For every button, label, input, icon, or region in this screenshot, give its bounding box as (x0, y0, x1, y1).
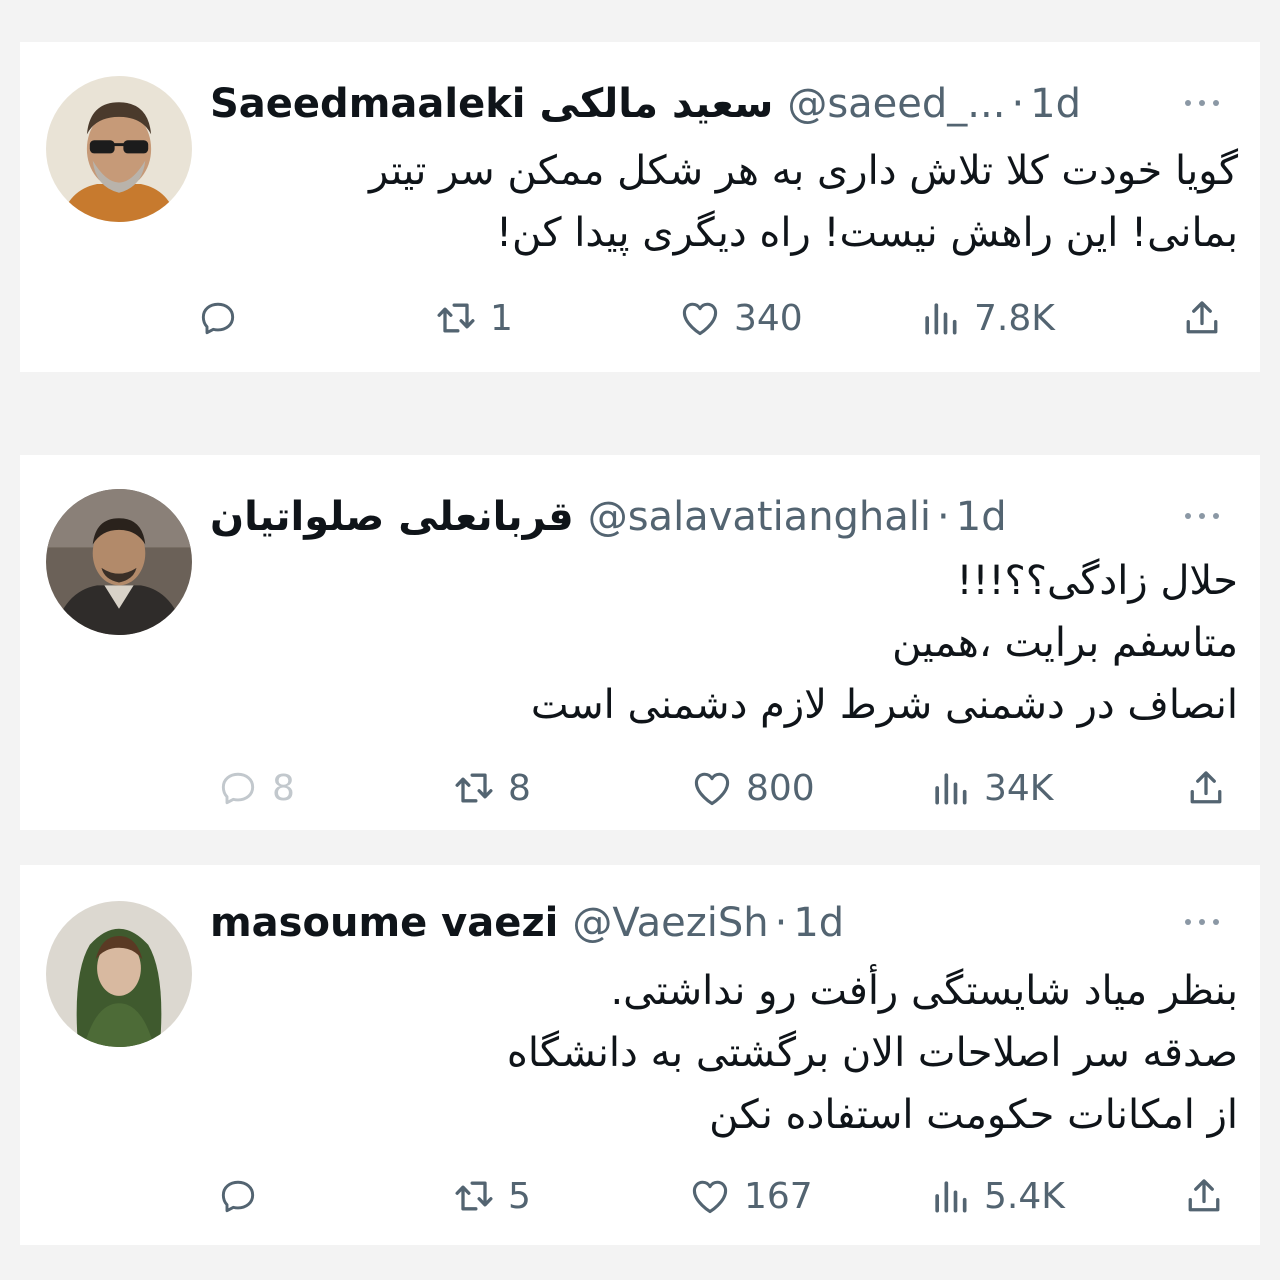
views-icon (918, 296, 962, 340)
share-button[interactable] (1184, 766, 1228, 810)
reply-button[interactable]: 8 (216, 766, 295, 810)
tweet-header: Saeedmaaleki سعید مالکی @saeed_... · 1d (210, 76, 1140, 132)
like-button[interactable]: 340 (678, 296, 803, 340)
like-count: 167 (744, 1175, 813, 1217)
view-count: 34K (984, 767, 1054, 809)
reply-count: 8 (272, 767, 295, 809)
author-handle[interactable]: @saeed_... (787, 81, 1005, 127)
avatar[interactable] (46, 489, 192, 635)
retweet-count: 1 (490, 297, 513, 339)
reply-icon (196, 296, 240, 340)
tweet-actions: 5 167 5.4K (190, 1168, 1240, 1224)
more-icon[interactable] (1178, 907, 1226, 937)
share-icon (1184, 766, 1228, 810)
share-icon (1180, 296, 1224, 340)
tweet-text-line: بنظر میاد شایستگی رأفت رو نداشتی. (610, 968, 1238, 1014)
reply-icon (216, 766, 260, 810)
tweet-text-line: بمانی! این راهش نیست! راه دیگری پیدا کن! (495, 210, 1238, 256)
heart-icon (678, 296, 722, 340)
retweet-icon (434, 296, 478, 340)
views-button[interactable]: 7.8K (918, 296, 1055, 340)
retweet-button[interactable]: 8 (452, 766, 531, 810)
reply-button[interactable] (216, 1174, 272, 1218)
timestamp[interactable]: 1d (1030, 81, 1081, 127)
reply-button[interactable] (196, 296, 252, 340)
like-count: 800 (746, 767, 815, 809)
views-button[interactable]: 34K (928, 766, 1053, 810)
author-name[interactable]: masoume vaezi (210, 900, 558, 946)
tweet-actions: 8 8 800 34K (190, 760, 1240, 816)
share-icon (1182, 1174, 1226, 1218)
views-button[interactable]: 5.4K (928, 1174, 1065, 1218)
tweet-text: بنظر میاد شایستگی رأفت رو نداشتی. صدقه س… (210, 960, 1238, 1146)
retweet-icon (452, 766, 496, 810)
tweet-header: قربانعلی صلواتیان @salavatianghali · 1d (210, 489, 1140, 545)
separator-dot: · (774, 900, 788, 946)
share-button[interactable] (1180, 296, 1224, 340)
more-icon[interactable] (1178, 88, 1226, 118)
separator-dot: · (937, 494, 950, 540)
tweet-card[interactable]: masoume vaezi @VaeziSh · 1d بنظر میاد شا… (20, 865, 1260, 1245)
retweet-count: 8 (508, 767, 531, 809)
retweet-button[interactable]: 5 (452, 1174, 531, 1218)
heart-icon (690, 766, 734, 810)
timestamp[interactable]: 1d (793, 900, 844, 946)
tweet-actions: 1 340 7.8K (190, 290, 1240, 346)
like-button[interactable]: 167 (688, 1174, 813, 1218)
tweet-text-line: صدقه سر اصلاحات الان برگشتی به دانشگاه (506, 1030, 1238, 1076)
tweet-text: حلال زادگی؟؟!!! متاسفم برایت ،همین انصاف… (210, 550, 1238, 736)
views-icon (928, 1174, 972, 1218)
tweet-text-line: متاسفم برایت ،همین (892, 620, 1238, 666)
author-name-fa[interactable]: قربانعلی صلواتیان (210, 494, 574, 540)
author-handle[interactable]: @VaeziSh (572, 900, 768, 946)
author-name-fa[interactable]: سعید مالکی (540, 81, 774, 127)
like-count: 340 (734, 297, 803, 339)
like-button[interactable]: 800 (690, 766, 815, 810)
views-icon (928, 766, 972, 810)
tweet-card[interactable]: قربانعلی صلواتیان @salavatianghali · 1d … (20, 455, 1260, 830)
tweet-header: masoume vaezi @VaeziSh · 1d (210, 895, 1140, 951)
reply-icon (216, 1174, 260, 1218)
avatar[interactable] (46, 901, 192, 1047)
retweet-icon (452, 1174, 496, 1218)
author-name[interactable]: Saeedmaaleki (210, 81, 526, 127)
timestamp[interactable]: 1d (956, 494, 1007, 540)
author-handle[interactable]: @salavatianghali (588, 494, 931, 540)
more-icon[interactable] (1178, 501, 1226, 531)
avatar[interactable] (46, 76, 192, 222)
separator-dot: · (1011, 81, 1025, 127)
retweet-button[interactable]: 1 (434, 296, 513, 340)
view-count: 7.8K (974, 297, 1055, 339)
tweet-text-line: انصاف در دشمنی شرط لازم دشمنی است (530, 682, 1238, 728)
view-count: 5.4K (984, 1175, 1065, 1217)
tweet-card[interactable]: Saeedmaaleki سعید مالکی @saeed_... · 1d … (20, 42, 1260, 372)
tweet-text-line: از امکانات حکومت استفاده نکن (709, 1092, 1238, 1138)
tweet-text-line: حلال زادگی؟؟!!! (956, 558, 1238, 604)
heart-icon (688, 1174, 732, 1218)
tweet-text-line: گویا خودت کلا تلاش داری به هر شکل ممکن س… (369, 148, 1238, 194)
tweet-text: گویا خودت کلا تلاش داری به هر شکل ممکن س… (210, 140, 1238, 264)
share-button[interactable] (1182, 1174, 1226, 1218)
retweet-count: 5 (508, 1175, 531, 1217)
